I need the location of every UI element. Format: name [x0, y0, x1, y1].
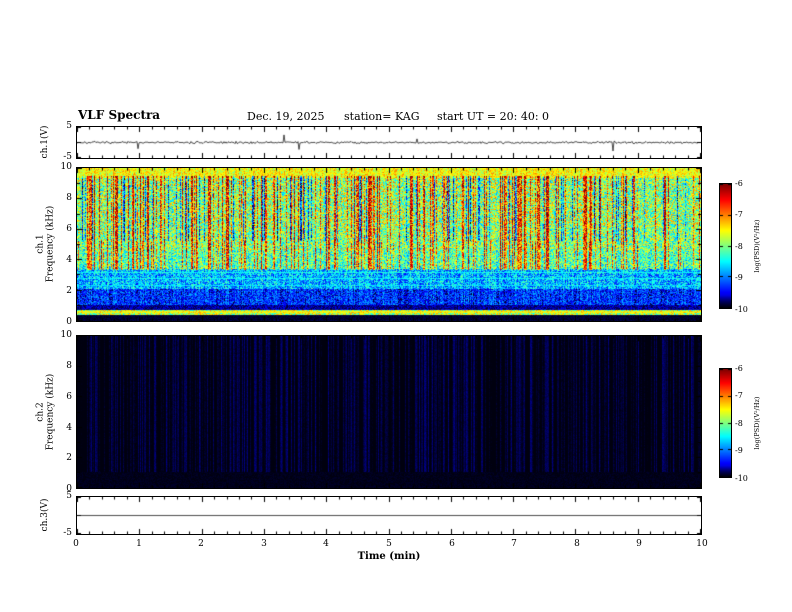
colorbar-tick-label: -9: [735, 273, 743, 282]
x-tick-label: 8: [574, 539, 580, 549]
x-tick-label: 6: [449, 539, 455, 549]
colorbar-2-canvas: [720, 369, 731, 477]
ch1-waveform-canvas: [77, 127, 701, 158]
ch1-spectrogram-panel: [76, 167, 702, 322]
date-label: Dec. 19, 2025: [247, 110, 325, 123]
ch2-spectrogram-panel: [76, 335, 702, 489]
y-tick-label: -5: [63, 152, 72, 162]
colorbar-tick-label: -6: [735, 364, 743, 373]
ch1-spectrogram-canvas: [77, 168, 701, 321]
x-tick-label: 10: [696, 539, 708, 549]
y-tick-label: 2: [66, 453, 72, 463]
x-tick-label: 3: [261, 539, 267, 549]
ch3-waveform-canvas: [77, 497, 701, 534]
y-tick-label: -5: [63, 528, 72, 538]
y-tick-label: 8: [66, 193, 72, 203]
ch3-wave-axis-label: ch.3(V): [40, 498, 50, 532]
colorbar-1-canvas: [720, 184, 731, 308]
x-tick-label: 4: [323, 539, 329, 549]
plot-title: VLF Spectra: [78, 108, 161, 122]
station-label: station= KAG: [344, 110, 420, 123]
ch1-wave-axis-label: ch.1(V): [40, 125, 50, 159]
y-tick-label: 4: [66, 255, 72, 265]
y-tick-label: 2: [66, 286, 72, 296]
y-tick-label: 0: [66, 317, 72, 327]
x-tick-label: 7: [511, 539, 517, 549]
x-axis-title: Time (min): [357, 551, 421, 562]
ch2-spec-axis-label: ch.2 Frequency (kHz): [36, 374, 57, 451]
y-tick-label: 8: [66, 361, 72, 371]
colorbar-tick-label: -7: [735, 210, 743, 219]
x-tick-label: 0: [73, 539, 79, 549]
ch2-spectrogram-canvas: [77, 336, 701, 488]
ch1-label: ch.1: [35, 234, 46, 254]
y-tick-label: 6: [66, 392, 72, 402]
x-tick-label: 9: [636, 539, 642, 549]
ch3-waveform-panel: [76, 496, 702, 535]
colorbar-2: [719, 368, 732, 478]
x-tick-label: 2: [198, 539, 204, 549]
start-ut-label: start UT = 20: 40: 0: [437, 110, 550, 123]
vlf-spectra-figure: VLF Spectra Dec. 19, 2025 station= KAG s…: [0, 0, 792, 612]
colorbar-2-title: log(PSD)(V²/Hz): [753, 396, 761, 450]
colorbar-1: [719, 183, 732, 309]
ch1-waveform-panel: [76, 126, 702, 159]
y-tick-label: 10: [60, 162, 72, 172]
frequency-axis-label: Frequency (kHz): [46, 205, 56, 283]
x-tick-label: 5: [386, 539, 392, 549]
y-tick-label: 5: [66, 491, 72, 501]
y-tick-label: 6: [66, 224, 72, 234]
colorbar-1-title: log(PSD)(V²/Hz): [753, 219, 761, 273]
colorbar-tick-label: -10: [735, 305, 748, 314]
ch1-spec-axis-label: ch.1 Frequency (kHz): [36, 206, 57, 283]
y-tick-label: 5: [66, 121, 72, 131]
ch2-label: ch.2: [35, 402, 46, 422]
y-tick-label: 4: [66, 423, 72, 433]
y-tick-label: 10: [60, 330, 72, 340]
colorbar-tick-label: -6: [735, 179, 743, 188]
colorbar-tick-label: -10: [735, 474, 748, 483]
x-tick-label: 1: [136, 539, 142, 549]
frequency-axis-label: Frequency (kHz): [46, 373, 56, 451]
